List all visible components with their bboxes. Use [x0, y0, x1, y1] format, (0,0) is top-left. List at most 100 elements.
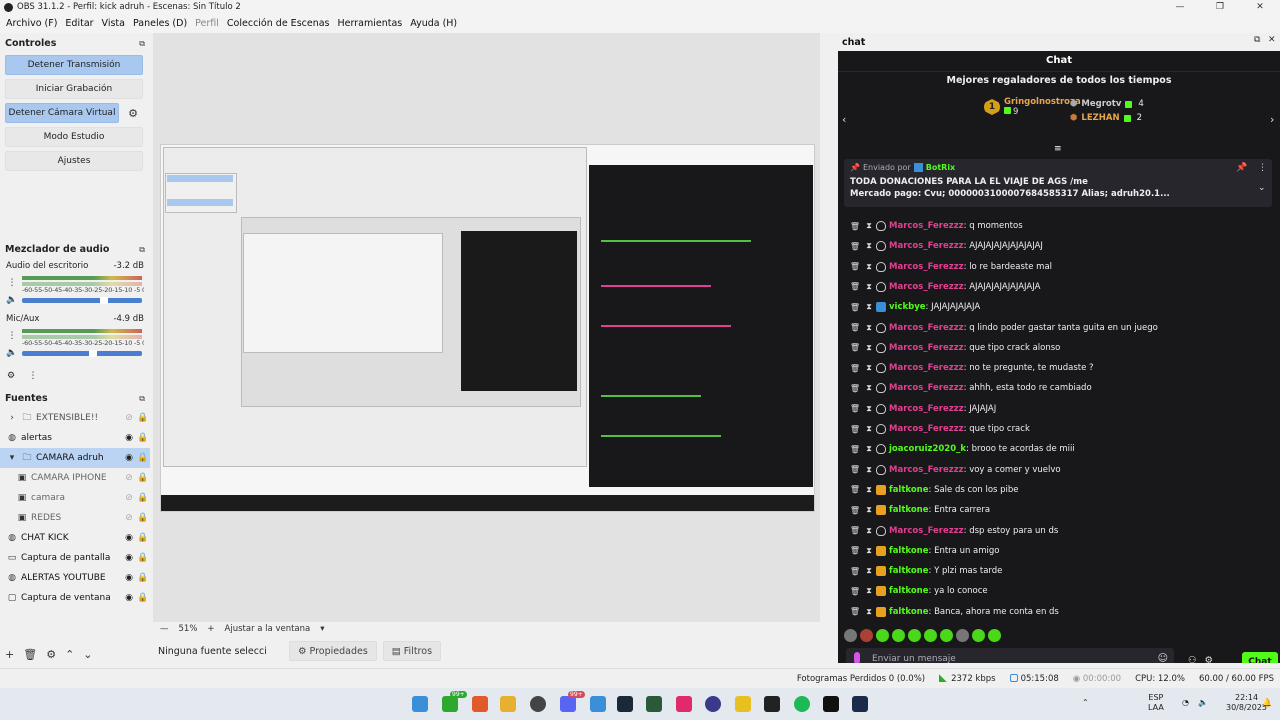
menu-docks[interactable]: Paneles (D): [130, 18, 190, 29]
timeout-icon[interactable]: ⧗: [862, 363, 876, 373]
volume-icon[interactable]: 🔈: [1198, 698, 1208, 708]
app-icon[interactable]: [646, 696, 662, 712]
timeout-icon[interactable]: ⧗: [862, 282, 876, 292]
eye-icon[interactable]: ◉: [122, 453, 136, 463]
app-icon[interactable]: [705, 696, 721, 712]
preview-canvas[interactable]: [160, 144, 815, 512]
source-item[interactable]: ◍ alertas ◉ 🔒: [0, 428, 150, 448]
chevron-down-icon[interactable]: ⌄: [1258, 183, 1266, 193]
timeout-icon[interactable]: ⧗: [862, 505, 876, 515]
expand-arrow-icon[interactable]: ›: [6, 413, 18, 423]
menu-view[interactable]: Vista: [99, 18, 128, 29]
move-up-icon[interactable]: ⌃: [65, 648, 74, 661]
emote-icon[interactable]: [844, 629, 857, 642]
emote-icon[interactable]: [908, 629, 921, 642]
discord-icon[interactable]: [560, 696, 576, 712]
chat-username[interactable]: Marcos_Ferezzz: [889, 424, 964, 434]
chat-username[interactable]: Marcos_Ferezzz: [889, 221, 964, 231]
chevron-down-icon[interactable]: ▾: [320, 624, 324, 634]
eye-hidden-icon[interactable]: ⊘: [122, 493, 136, 503]
emote-icon[interactable]: [988, 629, 1001, 642]
menu-edit[interactable]: Editar: [62, 18, 96, 29]
chat-username[interactable]: Marcos_Ferezzz: [889, 526, 964, 536]
volume-slider[interactable]: [22, 297, 142, 304]
clock[interactable]: 22:14 30/8/2025: [1226, 693, 1267, 713]
chevron-left-icon[interactable]: ‹: [842, 113, 846, 126]
chat-username[interactable]: vickbye: [889, 302, 926, 312]
chat-username[interactable]: Marcos_Ferezzz: [889, 383, 964, 393]
advanced-audio-gear-icon[interactable]: ⚙: [6, 371, 16, 381]
emote-icon[interactable]: [892, 629, 905, 642]
menu-tools[interactable]: Herramientas: [335, 18, 406, 29]
delete-message-icon[interactable]: 🗑: [848, 323, 862, 332]
eye-icon[interactable]: ◉: [122, 433, 136, 443]
timeout-icon[interactable]: ⧗: [862, 383, 876, 393]
lock-icon[interactable]: 🔒: [136, 553, 150, 563]
delete-message-icon[interactable]: 🗑: [848, 506, 862, 515]
timeout-icon[interactable]: ⧗: [862, 424, 876, 434]
source-item[interactable]: ▣ camara ⊘ 🔒: [0, 488, 150, 508]
delete-message-icon[interactable]: 🗑: [848, 364, 862, 373]
add-source-icon[interactable]: +: [5, 648, 14, 661]
menu-scene-collection[interactable]: Colección de Escenas: [224, 18, 333, 29]
delete-message-icon[interactable]: 🗑: [848, 343, 862, 352]
emote-icon[interactable]: [924, 629, 937, 642]
timeout-icon[interactable]: ⧗: [862, 343, 876, 353]
menu-file[interactable]: Archivo (F): [3, 18, 60, 29]
delete-message-icon[interactable]: 🗑: [848, 445, 862, 454]
delete-message-icon[interactable]: 🗑: [848, 526, 862, 535]
delete-message-icon[interactable]: 🗑: [848, 384, 862, 393]
delete-message-icon[interactable]: 🗑: [848, 282, 862, 291]
lock-icon[interactable]: 🔒: [136, 433, 150, 443]
chat-username[interactable]: Marcos_Ferezzz: [889, 282, 964, 292]
timeout-icon[interactable]: ⧗: [862, 566, 876, 576]
settings-button[interactable]: Ajustes: [5, 151, 143, 171]
eye-hidden-icon[interactable]: ⊘: [122, 413, 136, 423]
chat-username[interactable]: joacoruiz2020_k: [889, 444, 966, 454]
timeout-icon[interactable]: ⧗: [862, 465, 876, 475]
volume-knob[interactable]: [89, 350, 98, 357]
stop-stream-button[interactable]: Detener Transmisión: [5, 55, 143, 75]
chat-username[interactable]: faltkone: [889, 566, 929, 576]
eye-icon[interactable]: ◉: [122, 593, 136, 603]
emote-icon[interactable]: [940, 629, 953, 642]
timeout-icon[interactable]: ⧗: [862, 444, 876, 454]
undock-icon[interactable]: ⧉: [1254, 35, 1260, 45]
users-icon[interactable]: ⚇: [1188, 655, 1197, 663]
undock-icon[interactable]: ⧉: [139, 39, 145, 49]
collapse-icon[interactable]: ≡: [1054, 144, 1062, 154]
source-item-selected[interactable]: ▾ 🗀 CAMARA adruh ◉ 🔒: [0, 448, 150, 468]
chat-message-input[interactable]: Enviar un mensaje ☺: [846, 648, 1174, 663]
maximize-button[interactable]: ❐: [1200, 0, 1240, 14]
timeout-icon[interactable]: ⧗: [862, 262, 876, 272]
speaker-icon[interactable]: 🔈: [6, 295, 17, 305]
eye-icon[interactable]: ◉: [122, 573, 136, 583]
close-button[interactable]: ✕: [1240, 0, 1280, 14]
delete-message-icon[interactable]: 🗑: [848, 404, 862, 413]
timeout-icon[interactable]: ⧗: [862, 485, 876, 495]
chat-username[interactable]: Marcos_Ferezzz: [889, 363, 964, 373]
photoshop-icon[interactable]: [852, 696, 868, 712]
chevron-right-icon[interactable]: ›: [1270, 113, 1274, 126]
properties-button[interactable]: ⚙ Propiedades: [289, 641, 377, 661]
delete-message-icon[interactable]: 🗑: [848, 567, 862, 576]
timeout-icon[interactable]: ⧗: [862, 586, 876, 596]
fit-to-window[interactable]: Ajustar a la ventana: [225, 624, 311, 634]
undock-icon[interactable]: ⧉: [139, 394, 145, 404]
settings-gear-icon[interactable]: ⚙: [1205, 655, 1214, 663]
lock-icon[interactable]: 🔒: [136, 473, 150, 483]
zoom-in-icon[interactable]: +: [207, 624, 214, 634]
obs-icon[interactable]: [530, 696, 546, 712]
spotify-icon[interactable]: [794, 696, 810, 712]
delete-message-icon[interactable]: 🗑: [848, 465, 862, 474]
emoji-icon[interactable]: ☺: [1158, 653, 1168, 663]
volume-knob[interactable]: [100, 297, 109, 304]
virtual-cam-settings-gear-icon[interactable]: ⚙: [126, 106, 140, 120]
chat-username[interactable]: Marcos_Ferezzz: [889, 241, 964, 251]
source-item[interactable]: ▣ REDES ⊘ 🔒: [0, 508, 150, 528]
whatsapp-icon[interactable]: [442, 696, 458, 712]
minimize-button[interactable]: —: [1160, 0, 1200, 14]
tray-chevron-up-icon[interactable]: ⌃: [1082, 698, 1089, 708]
menu-help[interactable]: Ayuda (H): [407, 18, 460, 29]
channel-menu-icon[interactable]: ⋮: [7, 331, 17, 341]
